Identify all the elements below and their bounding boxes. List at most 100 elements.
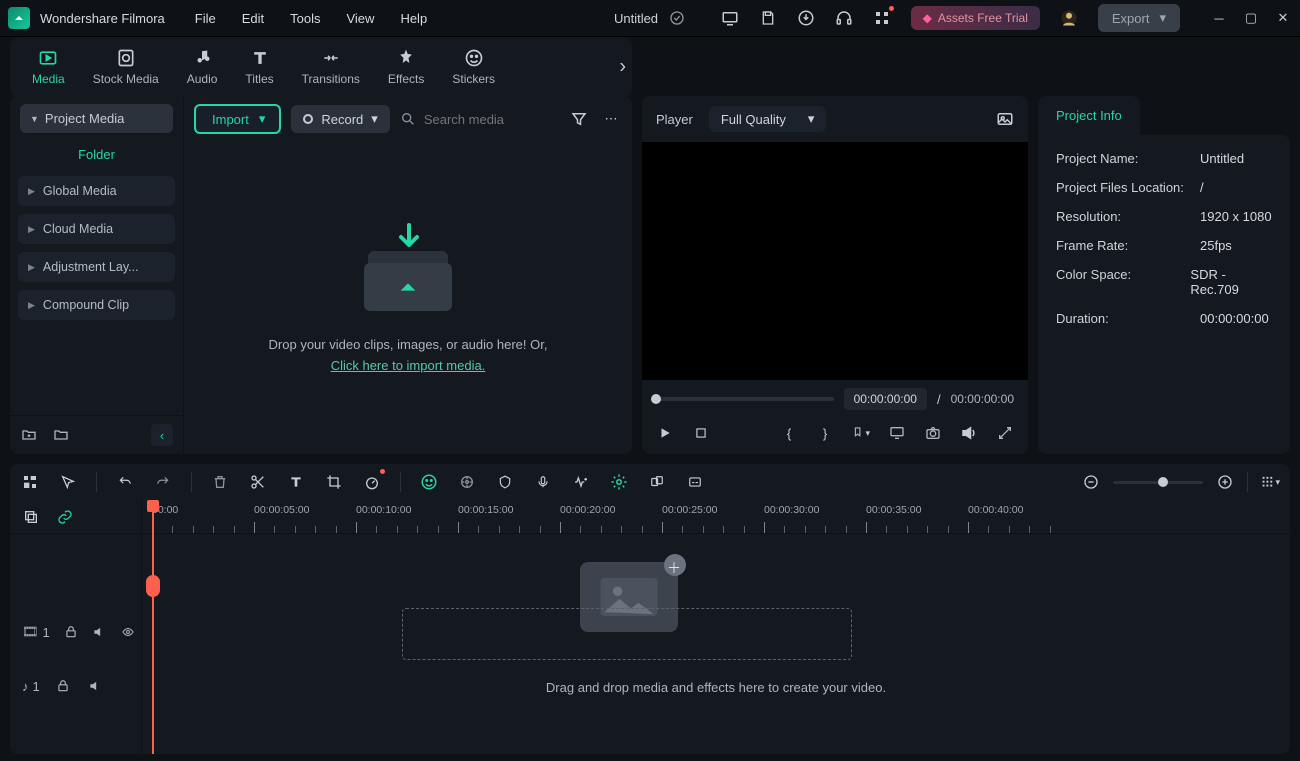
close-button[interactable]: ✕ xyxy=(1274,9,1292,27)
folder-label[interactable]: Folder xyxy=(10,139,183,172)
menu-tools[interactable]: Tools xyxy=(290,11,320,26)
visibility-icon[interactable] xyxy=(120,623,136,641)
tab-project-info[interactable]: Project Info xyxy=(1038,96,1140,135)
chevron-right-icon: ▶ xyxy=(28,262,35,273)
marker-dropdown-icon[interactable]: ▾ xyxy=(852,424,870,442)
tab-audio[interactable]: Audio xyxy=(173,37,232,97)
quality-select[interactable]: Full Quality ▾ xyxy=(709,106,827,132)
player-viewport[interactable] xyxy=(642,142,1028,380)
save-icon[interactable] xyxy=(759,9,777,27)
audio-track-header[interactable]: ♪1 xyxy=(10,660,141,712)
lock-icon[interactable] xyxy=(54,677,72,695)
import-media-link[interactable]: Click here to import media. xyxy=(331,358,486,373)
split-icon[interactable] xyxy=(248,472,268,492)
timeline-tracks-area[interactable]: 00:00 00:00:05:00 00:00:10:00 00:00:15:0… xyxy=(142,500,1290,754)
menu-view[interactable]: View xyxy=(346,11,374,26)
tab-media[interactable]: Media xyxy=(18,37,79,97)
keyframe-icon[interactable] xyxy=(609,472,629,492)
tab-stock-media[interactable]: Stock Media xyxy=(79,37,173,97)
maximize-button[interactable]: ▢ xyxy=(1242,9,1260,27)
user-avatar-icon[interactable] xyxy=(1060,9,1078,27)
menu-help[interactable]: Help xyxy=(400,11,427,26)
app-logo-icon xyxy=(8,7,30,29)
chevron-right-icon: ▶ xyxy=(28,186,35,197)
time-total: 00:00:00:00 xyxy=(951,392,1014,406)
sidebar-item-global-media[interactable]: ▶Global Media xyxy=(18,176,175,206)
zoom-slider[interactable] xyxy=(1113,481,1203,484)
sidebar-item-cloud-media[interactable]: ▶Cloud Media xyxy=(18,214,175,244)
camera-snapshot-icon[interactable] xyxy=(924,424,942,442)
speed-icon[interactable] xyxy=(362,472,382,492)
undo-icon[interactable] xyxy=(115,472,135,492)
lock-icon[interactable] xyxy=(64,623,78,641)
layout-icon[interactable] xyxy=(20,472,40,492)
search-input[interactable] xyxy=(424,112,558,127)
volume-icon[interactable] xyxy=(960,424,978,442)
ai-face-icon[interactable] xyxy=(419,472,439,492)
mic-icon[interactable] xyxy=(533,472,553,492)
device-icon[interactable] xyxy=(721,9,739,27)
cloud-sync-icon[interactable] xyxy=(668,9,686,27)
info-tabs: Project Info xyxy=(1038,96,1290,135)
seek-slider[interactable] xyxy=(656,397,834,401)
tab-titles[interactable]: Titles xyxy=(231,37,287,97)
transitions-icon xyxy=(320,47,342,69)
crop-icon[interactable] xyxy=(324,472,344,492)
import-button[interactable]: Import ▾ xyxy=(194,104,281,134)
media-drop-zone[interactable]: Drop your video clips, images, or audio … xyxy=(184,142,632,454)
redo-icon[interactable] xyxy=(153,472,173,492)
collapse-sidebar-button[interactable]: ‹ xyxy=(151,424,173,446)
assets-free-trial-badge[interactable]: ◆ Assets Free Trial xyxy=(911,6,1040,30)
zoom-out-icon[interactable] xyxy=(1081,472,1101,492)
mute-icon[interactable] xyxy=(86,677,104,695)
project-media-item[interactable]: ▼ Project Media xyxy=(20,104,173,133)
text-icon[interactable] xyxy=(286,472,306,492)
more-icon[interactable]: ⋯ xyxy=(600,108,622,130)
export-button[interactable]: Export ▾ xyxy=(1098,4,1180,32)
menubar: File Edit Tools View Help xyxy=(195,11,427,26)
sidebar-item-adjustment-layer[interactable]: ▶Adjustment Lay... xyxy=(18,252,175,282)
delete-icon[interactable] xyxy=(210,472,230,492)
color-wheel-icon[interactable] xyxy=(457,472,477,492)
sidebar-item-compound-clip[interactable]: ▶Compound Clip xyxy=(18,290,175,320)
video-track-header[interactable]: 🎞1 xyxy=(10,604,141,660)
link-tracks-icon[interactable] xyxy=(56,508,74,526)
record-button[interactable]: Record ▾ xyxy=(291,105,389,133)
group-icon[interactable] xyxy=(647,472,667,492)
zoom-in-icon[interactable] xyxy=(1215,472,1235,492)
new-folder-icon[interactable] xyxy=(20,426,38,444)
filter-icon[interactable] xyxy=(568,108,590,130)
mask-icon[interactable] xyxy=(495,472,515,492)
plus-icon: ＋ xyxy=(667,558,681,578)
minimize-button[interactable]: ─ xyxy=(1210,9,1228,27)
timeline-drop-zone[interactable] xyxy=(402,608,852,660)
stop-button[interactable] xyxy=(692,424,710,442)
import-folder-graphic xyxy=(358,223,458,313)
stack-icon[interactable] xyxy=(22,508,40,526)
mute-icon[interactable] xyxy=(92,623,106,641)
apps-grid-icon[interactable] xyxy=(873,9,891,27)
tab-effects[interactable]: Effects xyxy=(374,37,438,97)
tab-stickers[interactable]: Stickers xyxy=(438,37,509,97)
audio-beat-icon[interactable] xyxy=(571,472,591,492)
chevron-right-icon: ▶ xyxy=(28,300,35,311)
tab-transitions[interactable]: Transitions xyxy=(288,37,374,97)
ribbon-more-icon[interactable]: › xyxy=(619,55,626,78)
view-options-icon[interactable]: ▾ xyxy=(1260,472,1280,492)
timeline-ruler[interactable]: 00:00 00:00:05:00 00:00:10:00 00:00:15:0… xyxy=(142,500,1290,534)
playhead[interactable] xyxy=(152,500,154,754)
cursor-select-icon[interactable] xyxy=(58,472,78,492)
display-settings-icon[interactable] xyxy=(888,424,906,442)
menu-file[interactable]: File xyxy=(195,11,216,26)
mark-in-icon[interactable]: { xyxy=(780,424,798,442)
player-label: Player xyxy=(656,112,693,127)
play-button[interactable] xyxy=(656,424,674,442)
menu-edit[interactable]: Edit xyxy=(242,11,264,26)
mark-out-icon[interactable]: } xyxy=(816,424,834,442)
cloud-download-icon[interactable] xyxy=(797,9,815,27)
fullscreen-icon[interactable] xyxy=(996,424,1014,442)
headphones-icon[interactable] xyxy=(835,9,853,27)
snapshot-settings-icon[interactable] xyxy=(996,110,1014,128)
caption-icon[interactable] xyxy=(685,472,705,492)
folder-icon[interactable] xyxy=(52,426,70,444)
